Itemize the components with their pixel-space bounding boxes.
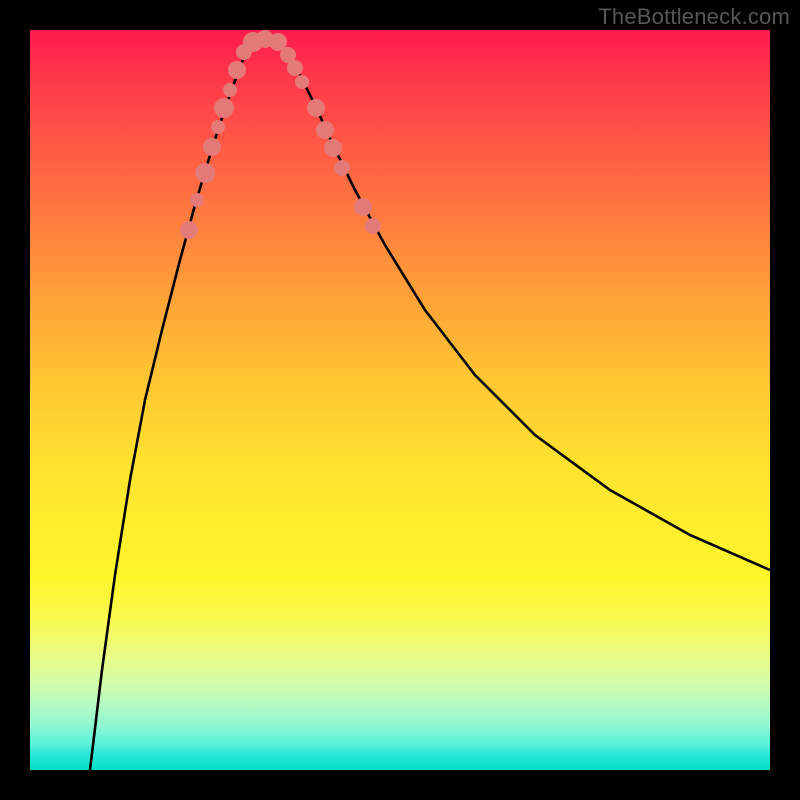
data-marker — [211, 120, 225, 134]
data-marker — [287, 60, 303, 76]
data-marker — [203, 138, 221, 156]
data-marker — [223, 83, 237, 97]
curve-right-arm — [280, 45, 770, 570]
data-marker — [365, 218, 381, 234]
data-marker — [190, 193, 204, 207]
curve-left-arm — [90, 45, 250, 770]
data-marker — [180, 221, 198, 239]
data-markers — [180, 30, 381, 239]
curve-svg — [30, 30, 770, 770]
data-marker — [316, 121, 334, 139]
data-marker — [195, 163, 215, 183]
data-marker — [324, 139, 342, 157]
data-marker — [214, 98, 234, 118]
data-marker — [354, 198, 372, 216]
data-marker — [334, 160, 350, 176]
watermark-text: TheBottleneck.com — [598, 4, 790, 30]
plot-area — [30, 30, 770, 770]
data-marker — [295, 75, 309, 89]
data-marker — [228, 61, 246, 79]
data-marker — [307, 99, 325, 117]
